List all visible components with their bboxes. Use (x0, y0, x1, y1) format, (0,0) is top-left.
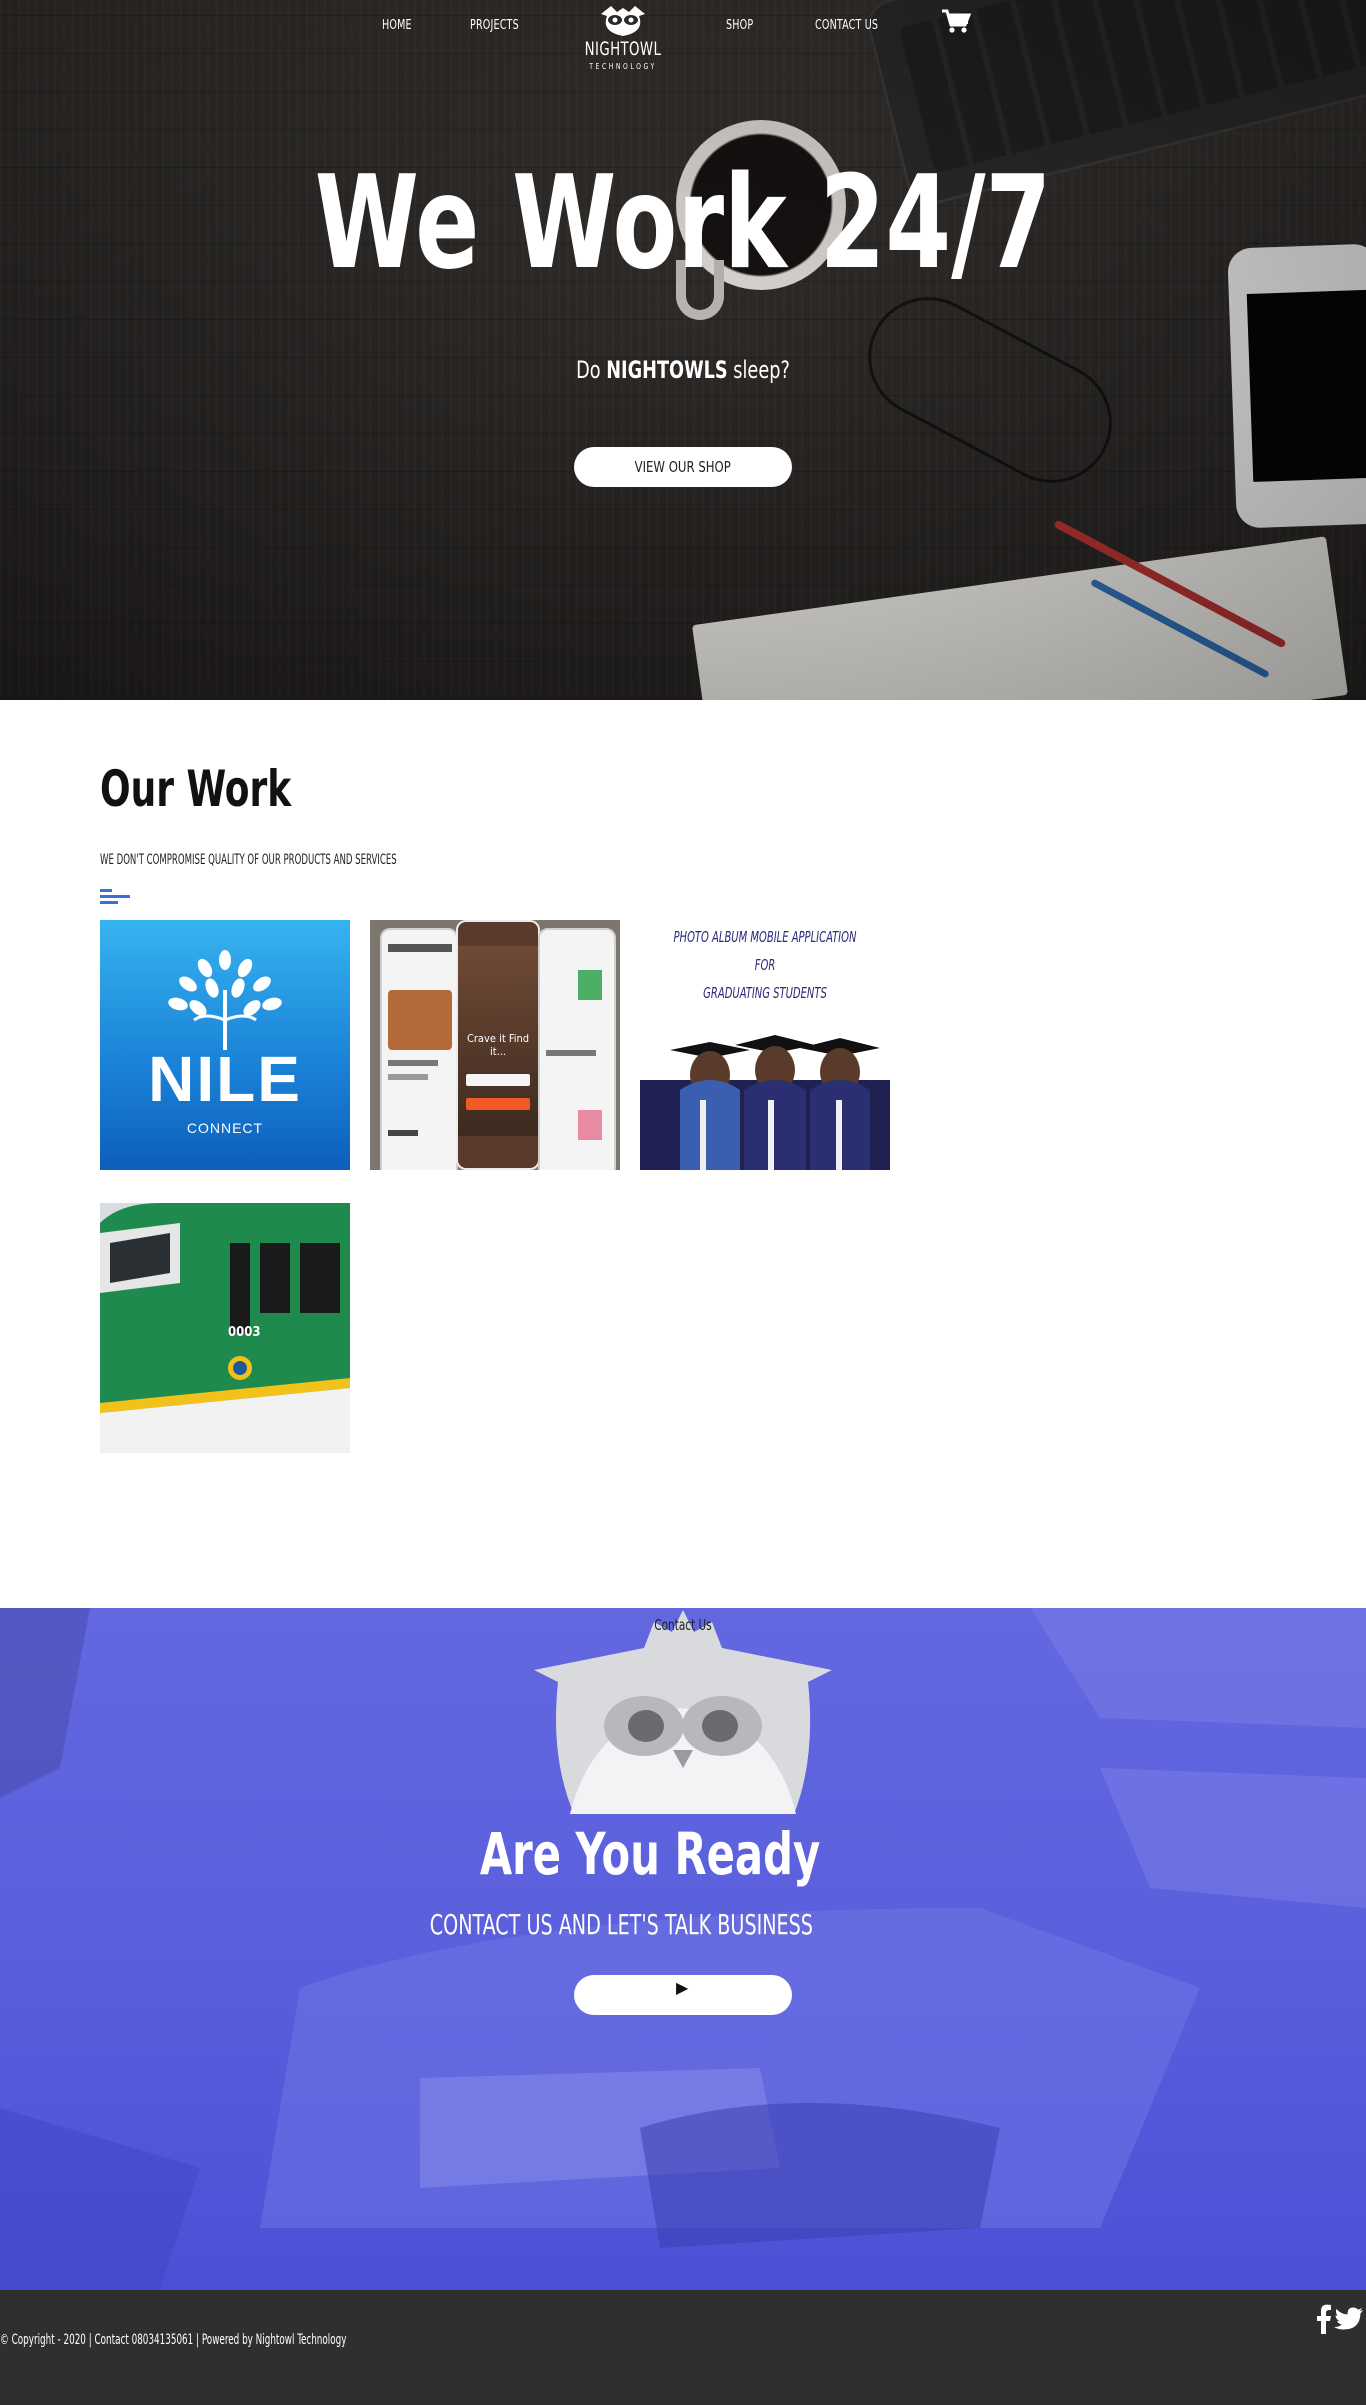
logo-brand-text: NIGHTOWL (584, 38, 662, 60)
owl-logo-icon (601, 6, 645, 36)
shopping-cart-icon[interactable] (941, 8, 971, 34)
play-icon: ▶ (676, 1978, 689, 1997)
phone-mockup-left (380, 928, 458, 1170)
contact-us-button[interactable]: ▶ (574, 1975, 792, 2015)
graduates-image (640, 1035, 890, 1170)
hero-subtitle-prefix: Do (576, 356, 607, 384)
hero-overlay (0, 0, 1366, 700)
project-tile-train[interactable]: 0003 (100, 1203, 350, 1453)
main-nav: HOME PROJECTS NIGHTOWL TECHNOLOGY SHOP C… (0, 0, 1366, 90)
phone-mockup-right (538, 928, 616, 1170)
cta-subtitle: CONTACT US AND LET'S TALK BUSINESS (429, 1908, 813, 1941)
photo-album-line2: FOR (754, 956, 776, 974)
train-image (100, 1203, 350, 1453)
our-work-subtitle: WE DON'T COMPROMISE QUALITY OF OUR PRODU… (100, 852, 397, 868)
view-shop-button[interactable]: VIEW OUR SHOP (574, 447, 792, 487)
hero-subtitle: Do NIGHTOWLS sleep? (123, 356, 1243, 384)
owl-mascot-icon (534, 1610, 832, 1814)
photo-album-line3: GRADUATING STUDENTS (703, 984, 827, 1002)
cta-title: Are You Ready (479, 1820, 821, 1888)
nav-shop-link[interactable]: SHOP (726, 18, 753, 33)
footer: © Copyright - 2020 | Contact 08034135061… (0, 2290, 1366, 2405)
nav-contact-link[interactable]: CONTACT US (815, 18, 878, 33)
train-number: 0003 (228, 1325, 261, 1340)
project-tile-photo-album[interactable]: PHOTO ALBUM MOBILE APPLICATION FOR GRADU… (640, 920, 890, 1170)
hero-subtitle-bold: NIGHTOWLS (606, 356, 728, 384)
view-shop-button-label: VIEW OUR SHOP (634, 458, 732, 476)
footer-copyright: © Copyright - 2020 | Contact 08034135061… (0, 2332, 347, 2348)
photo-album-line1: PHOTO ALBUM MOBILE APPLICATION (673, 928, 857, 946)
nav-home-link[interactable]: HOME (382, 18, 412, 33)
tree-logo-icon (168, 950, 282, 1050)
phone-mockup-center: Crave it Find it... (456, 920, 540, 1170)
our-work-title: Our Work (100, 760, 292, 818)
facebook-icon[interactable] (1314, 2304, 1332, 2334)
nile-connect-text: CONNECT (186, 1120, 264, 1136)
cta-section: Are You Ready CONTACT US AND LET'S TALK … (0, 1608, 1366, 2290)
twitter-icon[interactable] (1334, 2304, 1364, 2334)
nav-projects-link[interactable]: PROJECTS (470, 18, 519, 33)
nightowl-logo[interactable]: NIGHTOWL TECHNOLOGY (573, 4, 673, 84)
food-app-tagline: Crave it Find it... (466, 1032, 530, 1058)
hero-section: HOME PROJECTS NIGHTOWL TECHNOLOGY SHOP C… (0, 0, 1366, 700)
nile-logo-text: NILE (148, 1043, 302, 1115)
contact-us-button-label[interactable]: Contact Us (598, 1616, 768, 1634)
hero-subtitle-suffix: sleep? (727, 356, 790, 384)
our-work-section: Our Work WE DON'T COMPROMISE QUALITY OF … (0, 700, 1366, 1608)
hero-title: We Work 24/7 (314, 149, 1052, 298)
filter-icon[interactable] (100, 889, 130, 905)
project-tile-nile-connect[interactable]: NILE CONNECT (100, 920, 350, 1170)
logo-sub-text: TECHNOLOGY (589, 62, 657, 71)
project-tile-food-app[interactable]: Crave it Find it... (370, 920, 620, 1170)
